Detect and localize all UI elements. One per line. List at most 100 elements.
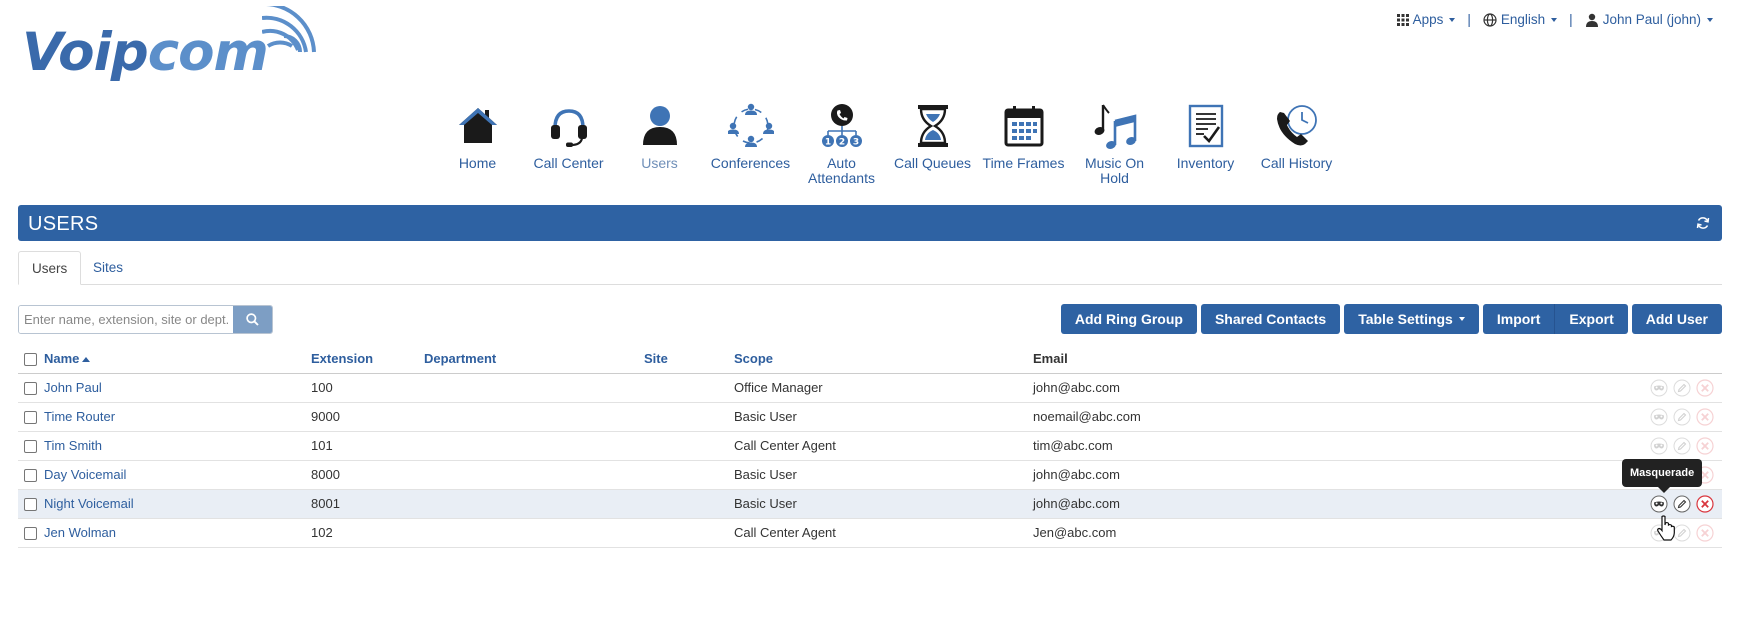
user-icon <box>642 106 677 145</box>
extension-cell: 8001 <box>311 489 424 519</box>
shared-contacts-button[interactable]: Shared Contacts <box>1200 304 1341 334</box>
user-name-link[interactable]: Night Voicemail <box>44 496 134 511</box>
auto-attendant-icon: 123 <box>821 104 862 148</box>
email-cell: tim@abc.com <box>1033 431 1503 461</box>
edit-icon[interactable] <box>1673 437 1691 455</box>
tab-users[interactable]: Users <box>18 251 82 285</box>
masquerade-icon[interactable] <box>1650 495 1668 513</box>
row-checkbox[interactable] <box>24 382 37 396</box>
masquerade-icon[interactable] <box>1650 379 1668 397</box>
svg-text:3: 3 <box>852 138 858 148</box>
nav-conferences[interactable]: Conferences <box>705 102 796 186</box>
nav-label: Call Center <box>533 155 604 171</box>
extension-cell: 100 <box>311 373 424 403</box>
select-all-checkbox[interactable] <box>24 352 37 366</box>
row-checkbox[interactable] <box>24 469 37 483</box>
scope-cell: Office Manager <box>734 373 1033 403</box>
nav-auto-attendants[interactable]: 123 Auto Attendants <box>796 102 887 186</box>
users-table: Name Extension Department Site Scope Ema… <box>18 344 1722 548</box>
music-note-icon <box>1094 104 1136 149</box>
user-name-link[interactable]: Day Voicemail <box>44 467 126 482</box>
row-actions <box>1503 436 1722 455</box>
tab-bar: Users Sites <box>18 251 1722 285</box>
row-checkbox[interactable] <box>24 527 37 541</box>
delete-icon[interactable] <box>1696 523 1714 542</box>
grid-icon <box>1396 13 1409 26</box>
column-header-scope[interactable]: Scope <box>734 344 1033 374</box>
site-cell <box>644 460 734 490</box>
delete-icon[interactable] <box>1696 378 1714 397</box>
clipboard-check-icon <box>1188 104 1223 148</box>
nav-label: Call Queues <box>893 155 972 171</box>
edit-icon[interactable] <box>1673 495 1691 513</box>
edit-icon[interactable] <box>1673 408 1691 426</box>
row-checkbox[interactable] <box>24 440 37 454</box>
nav-inventory[interactable]: Inventory <box>1160 102 1251 186</box>
row-actions <box>1503 494 1722 513</box>
top-bar: Apps | English | John Paul (john) <box>1396 12 1713 27</box>
conference-icon <box>727 103 774 147</box>
search-button[interactable] <box>233 306 272 333</box>
add-ring-group-button[interactable]: Add Ring Group <box>1060 304 1197 334</box>
user-menu[interactable]: John Paul (john) <box>1585 12 1713 27</box>
page-header: USERS <box>18 205 1722 241</box>
row-actions <box>1503 407 1722 426</box>
site-cell <box>644 402 734 432</box>
delete-icon[interactable] <box>1696 407 1714 426</box>
export-button[interactable]: Export <box>1555 304 1628 334</box>
nav-users[interactable]: Users <box>614 102 705 186</box>
delete-icon[interactable] <box>1696 436 1714 455</box>
language-menu[interactable]: English <box>1483 12 1558 27</box>
nav-call-history[interactable]: Call History <box>1251 102 1342 186</box>
home-icon <box>458 108 497 143</box>
phone-clock-icon <box>1276 105 1317 146</box>
apps-menu[interactable]: Apps <box>1396 12 1456 27</box>
row-checkbox[interactable] <box>24 498 37 512</box>
column-header-name[interactable]: Name <box>44 344 311 374</box>
user-label: John Paul (john) <box>1602 12 1701 27</box>
tab-sites[interactable]: Sites <box>80 251 136 285</box>
table-row: John Paul 100 Office Manager john@abc.com <box>18 373 1722 403</box>
globe-icon <box>1483 12 1497 27</box>
table-row: Night Voicemail 8001 Basic User john@abc.co… <box>18 489 1722 519</box>
voipcom-logo[interactable]: Voipcom <box>22 6 322 88</box>
column-header-site[interactable]: Site <box>644 344 734 374</box>
masquerade-icon[interactable] <box>1650 437 1668 455</box>
extension-cell: 8000 <box>311 460 424 490</box>
nav-music-on-hold[interactable]: Music On Hold <box>1069 102 1160 186</box>
row-actions <box>1503 378 1722 397</box>
site-cell <box>644 373 734 403</box>
column-header-department[interactable]: Department <box>424 344 644 374</box>
sort-ascending-icon <box>82 356 91 362</box>
refresh-icon[interactable] <box>1696 216 1710 230</box>
scope-cell: Call Center Agent <box>734 431 1033 461</box>
masquerade-icon[interactable] <box>1650 408 1668 426</box>
user-name-link[interactable]: Time Router <box>44 409 115 424</box>
add-user-button[interactable]: Add User <box>1631 304 1722 334</box>
edit-icon[interactable] <box>1673 379 1691 397</box>
department-cell <box>424 373 644 403</box>
email-cell: john@abc.com <box>1033 489 1503 519</box>
chevron-down-icon <box>1458 317 1465 321</box>
delete-icon[interactable] <box>1696 494 1714 513</box>
import-button[interactable]: Import <box>1482 304 1556 334</box>
svg-text:1: 1 <box>824 138 830 148</box>
department-cell <box>424 489 644 519</box>
table-row: Day Voicemail 8000 Basic User john@abc.com <box>18 460 1722 490</box>
row-checkbox[interactable] <box>24 411 37 425</box>
nav-call-queues[interactable]: Call Queues <box>887 102 978 186</box>
nav-label: Music On Hold <box>1084 155 1145 186</box>
hand-cursor-icon <box>1657 515 1675 541</box>
nav-home[interactable]: Home <box>432 102 523 186</box>
table-settings-button[interactable]: Table Settings <box>1344 304 1479 334</box>
user-name-link[interactable]: Jen Wolman <box>44 525 116 540</box>
nav-call-center[interactable]: Call Center <box>523 102 614 186</box>
user-name-link[interactable]: John Paul <box>44 380 102 395</box>
scope-cell: Basic User <box>734 402 1033 432</box>
table-row: Jen Wolman 102 Call Center Agent Jen@abc.co… <box>18 518 1722 548</box>
user-name-link[interactable]: Tim Smith <box>44 438 102 453</box>
email-cell: john@abc.com <box>1033 373 1503 403</box>
search-input[interactable] <box>19 306 233 333</box>
column-header-extension[interactable]: Extension <box>311 344 424 374</box>
nav-time-frames[interactable]: Time Frames <box>978 102 1069 186</box>
